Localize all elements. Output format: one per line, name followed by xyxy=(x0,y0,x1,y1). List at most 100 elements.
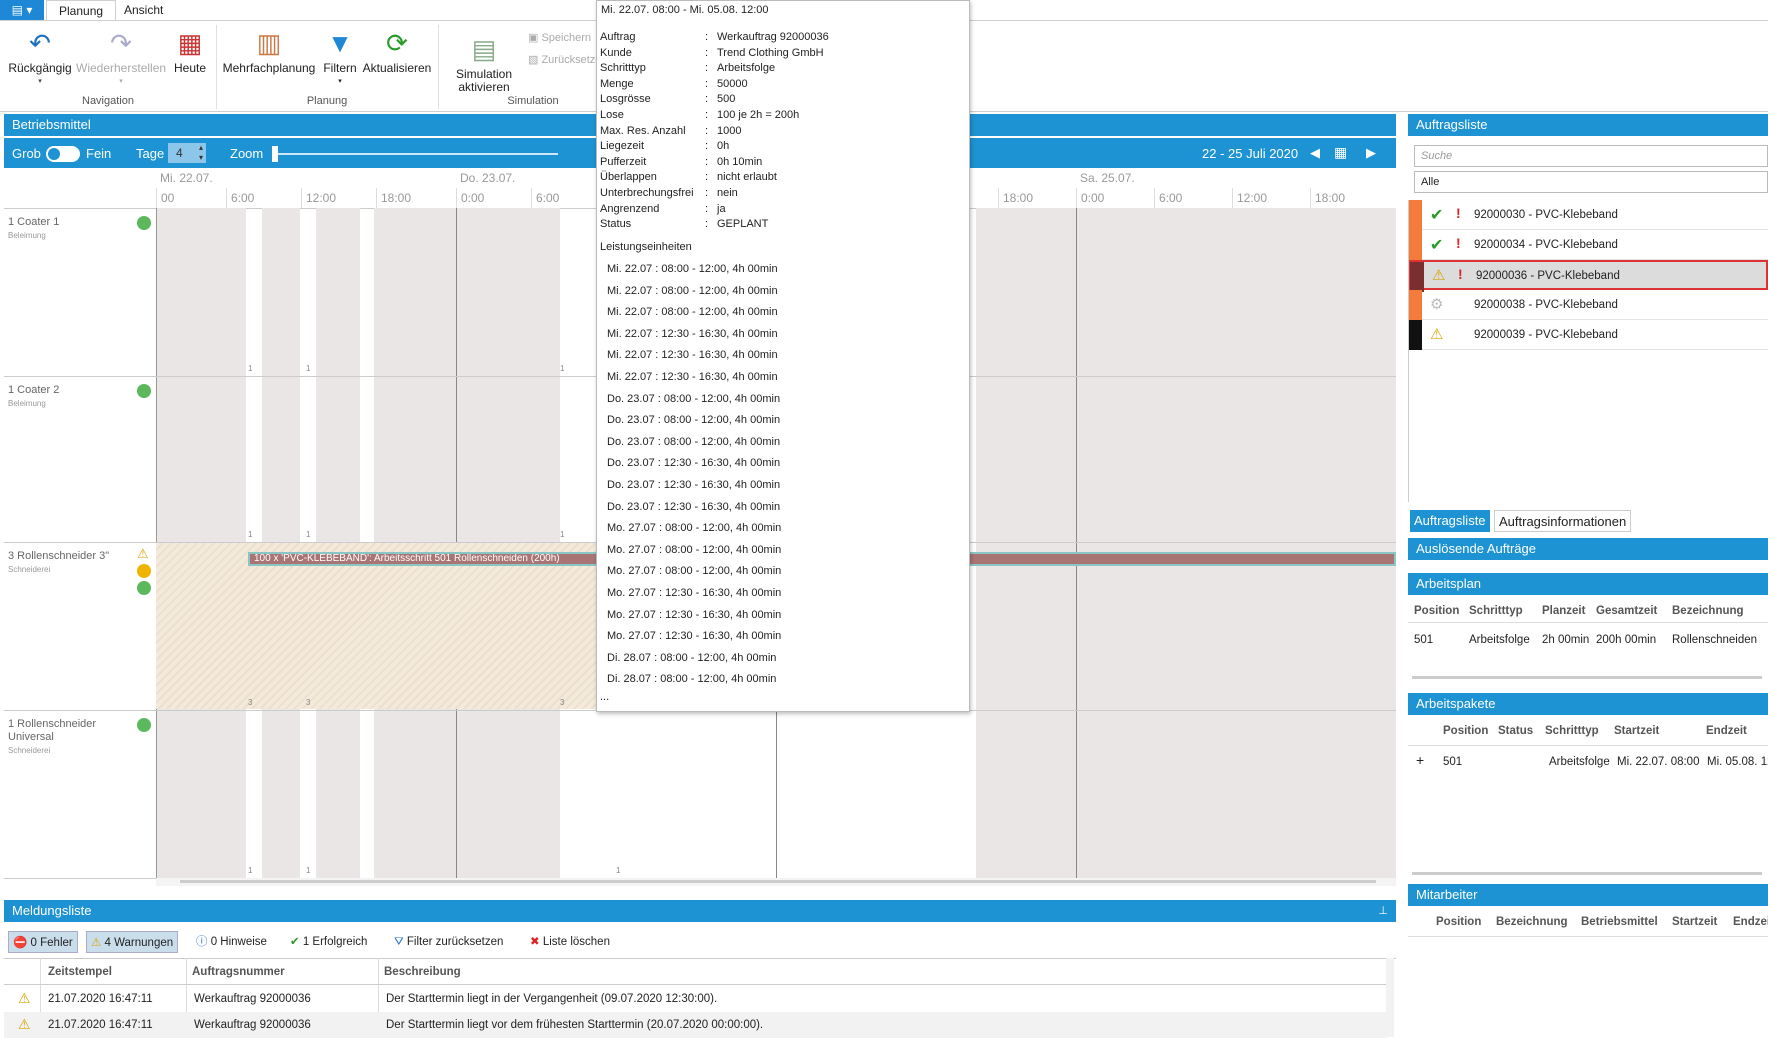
slot-marker: 1 xyxy=(560,530,565,539)
staff-col-header[interactable]: Endzei xyxy=(1733,916,1768,928)
pin-icon[interactable]: ⊥ xyxy=(1378,900,1388,922)
planned-load-area xyxy=(156,543,600,709)
order-list-item[interactable]: ⚠ 92000039 - PVC-Klebeband xyxy=(1408,320,1768,350)
staff-col-header[interactable]: Betriebsmittel xyxy=(1581,916,1658,928)
popup-field-colon: : xyxy=(705,140,709,153)
workplan-col-header[interactable]: Bezeichnung xyxy=(1672,605,1744,617)
save-button[interactable]: ▣ Speichern xyxy=(528,31,591,44)
packages-col-header[interactable]: Status xyxy=(1498,725,1533,737)
redo-button[interactable]: ↷ Wiederherstellen ▾ xyxy=(76,27,166,88)
popup-field-key: Schritttyp xyxy=(600,62,646,75)
check-icon: ✔ xyxy=(1430,207,1444,224)
order-list-item[interactable]: ⚙ 92000038 - PVC-Klebeband xyxy=(1408,290,1768,320)
expand-plus-icon[interactable]: + xyxy=(1416,752,1424,768)
horizontal-scrollbar[interactable] xyxy=(1412,872,1762,875)
workplan-cell: 501 xyxy=(1414,634,1434,646)
fein-label: Fein xyxy=(86,146,112,161)
resource-sub: Beleimung xyxy=(8,231,46,240)
staff-col-header[interactable]: Startzeit xyxy=(1672,916,1717,928)
packages-col-header[interactable]: Endzeit xyxy=(1706,725,1747,737)
orders-search-input[interactable]: Suche xyxy=(1414,145,1768,167)
filter-errors-button[interactable]: ⛔ 0 Fehler xyxy=(8,931,78,953)
workplan-col-header[interactable]: Planzeit xyxy=(1542,605,1585,617)
filter-button[interactable]: ▼ Filtern ▾ xyxy=(320,27,360,88)
errors-label: 0 Fehler xyxy=(30,937,73,949)
horizontal-scrollbar[interactable] xyxy=(1412,676,1762,679)
filter-success-button[interactable]: ✔ 1 Erfolgreich xyxy=(286,931,371,953)
order-label: 92000038 - PVC-Klebeband xyxy=(1474,299,1618,311)
zoom-slider[interactable] xyxy=(272,153,558,155)
staff-col-header[interactable]: Position xyxy=(1436,916,1481,928)
tab-ansicht[interactable]: Ansicht xyxy=(112,0,175,20)
popup-field-value: GEPLANT xyxy=(717,218,769,231)
app-menu-button[interactable]: ▤ ▾ xyxy=(0,0,44,20)
calendar-pick-icon[interactable]: ▦ xyxy=(1334,144,1347,161)
tab-planung[interactable]: Planung xyxy=(46,0,117,20)
popup-field-key: Kunde xyxy=(600,46,632,59)
popup-field-key: Losgrösse xyxy=(600,93,651,106)
table-divider xyxy=(4,984,1388,985)
search-placeholder: Suche xyxy=(1421,150,1453,162)
reset-filter-button[interactable]: ⛛ Filter zurücksetzen xyxy=(390,931,507,953)
messages-col-header[interactable]: Zeitstempel xyxy=(48,966,112,978)
order-list-item[interactable]: ✔ ! 92000034 - PVC-Klebeband xyxy=(1408,230,1768,260)
popup-unit-item: Do. 23.07 : 12:30 - 16:30, 4h 00min xyxy=(607,500,781,513)
filter-hints-button[interactable]: ⓘ 0 Hinweise xyxy=(192,931,271,953)
message-row[interactable]: ⚠ 21.07.2020 16:47:11 Werkauftrag 920000… xyxy=(4,986,1388,1012)
popup-field-colon: : xyxy=(705,77,709,90)
workplan-col-header[interactable]: Position xyxy=(1414,605,1459,617)
packages-col-header[interactable]: Schritttyp xyxy=(1545,725,1599,737)
vertical-scrollbar[interactable] xyxy=(1386,958,1394,1037)
time-header: 18:00 xyxy=(376,188,456,208)
simulation-button[interactable]: ▤ Simulation aktivieren xyxy=(448,33,520,94)
order-list-item[interactable]: ✔ ! 92000030 - PVC-Klebeband xyxy=(1408,200,1768,230)
group-navigation: Navigation xyxy=(82,95,134,107)
resource-sub: Schneiderei xyxy=(8,746,51,755)
message-row[interactable]: ⚠ 21.07.2020 16:47:11 Werkauftrag 920000… xyxy=(4,1012,1388,1038)
filter-warnings-button[interactable]: ⚠ 4 Warnungen xyxy=(86,931,179,953)
prev-arrow-icon[interactable]: ◀ xyxy=(1310,145,1320,161)
message-order: Werkauftrag 92000036 xyxy=(194,1019,311,1031)
order-label: 92000039 - PVC-Klebeband xyxy=(1474,329,1618,341)
popup-unit-item: Mi. 22.07 : 12:30 - 16:30, 4h 00min xyxy=(607,327,778,340)
package-cell: 501 xyxy=(1443,756,1463,768)
gear-icon: ⚙ xyxy=(1430,296,1444,313)
tage-stepper[interactable]: 4 ▴ ▾ xyxy=(168,143,206,163)
triggering-orders-header[interactable]: Auslösende Aufträge xyxy=(1408,538,1768,560)
popup-field-key: Angrenzend xyxy=(600,202,660,215)
refresh-button[interactable]: ⟳ Aktualisieren xyxy=(362,27,432,75)
slot-marker: 3 xyxy=(306,698,311,707)
next-arrow-icon[interactable]: ▶ xyxy=(1366,145,1376,161)
resource-name: 1 Coater 2 xyxy=(8,384,60,396)
staff-header: Mitarbeiter xyxy=(1408,884,1768,906)
zoom-slider-handle[interactable] xyxy=(272,146,278,162)
order-list-item-selected[interactable]: ⚠ ! 92000036 - PVC-Klebeband xyxy=(1408,260,1768,292)
order-color-marker xyxy=(1408,320,1422,350)
popup-field-key: Überlappen xyxy=(600,171,657,184)
tab-auftragsliste[interactable]: Auftragsliste xyxy=(1410,510,1490,532)
popup-field-colon: : xyxy=(705,109,709,121)
packages-col-header[interactable]: Position xyxy=(1443,725,1488,737)
multi-planning-button[interactable]: ▥ Mehrfachplanung xyxy=(220,27,318,75)
package-cell: Mi. 22.07. 08:00 xyxy=(1617,756,1700,768)
tab-auftragsinformationen[interactable]: Auftragsinformationen xyxy=(1494,510,1632,532)
grob-fein-toggle[interactable] xyxy=(46,146,80,162)
messages-col-header[interactable]: Beschreibung xyxy=(384,966,461,978)
workplan-cell: 200h 00min xyxy=(1596,634,1657,646)
popup-field-colon: : xyxy=(705,124,709,137)
warning-icon: ⚠ xyxy=(137,546,149,561)
staff-col-header[interactable]: Bezeichnung xyxy=(1496,916,1568,928)
scrollbar-thumb[interactable] xyxy=(180,880,1376,883)
messages-title: Meldungsliste xyxy=(12,903,92,918)
today-button[interactable]: ▦ Heute xyxy=(166,27,214,75)
clear-list-button[interactable]: ✖ Liste löschen xyxy=(526,931,614,953)
workplan-col-header[interactable]: Schritttyp xyxy=(1469,605,1523,617)
orders-filter-select[interactable]: Alle xyxy=(1414,171,1768,193)
exclamation-icon: ! xyxy=(1456,235,1461,251)
time-header: 6:00 xyxy=(1154,188,1232,208)
messages-col-header[interactable]: Auftragsnummer xyxy=(192,966,285,978)
popup-unit-item: Di. 28.07 : 08:00 - 12:00, 4h 00min xyxy=(607,651,777,664)
workplan-col-header[interactable]: Gesamtzeit xyxy=(1596,605,1657,617)
packages-col-header[interactable]: Startzeit xyxy=(1614,725,1659,737)
undo-button[interactable]: ↶ Rückgängig ▾ xyxy=(8,27,72,88)
